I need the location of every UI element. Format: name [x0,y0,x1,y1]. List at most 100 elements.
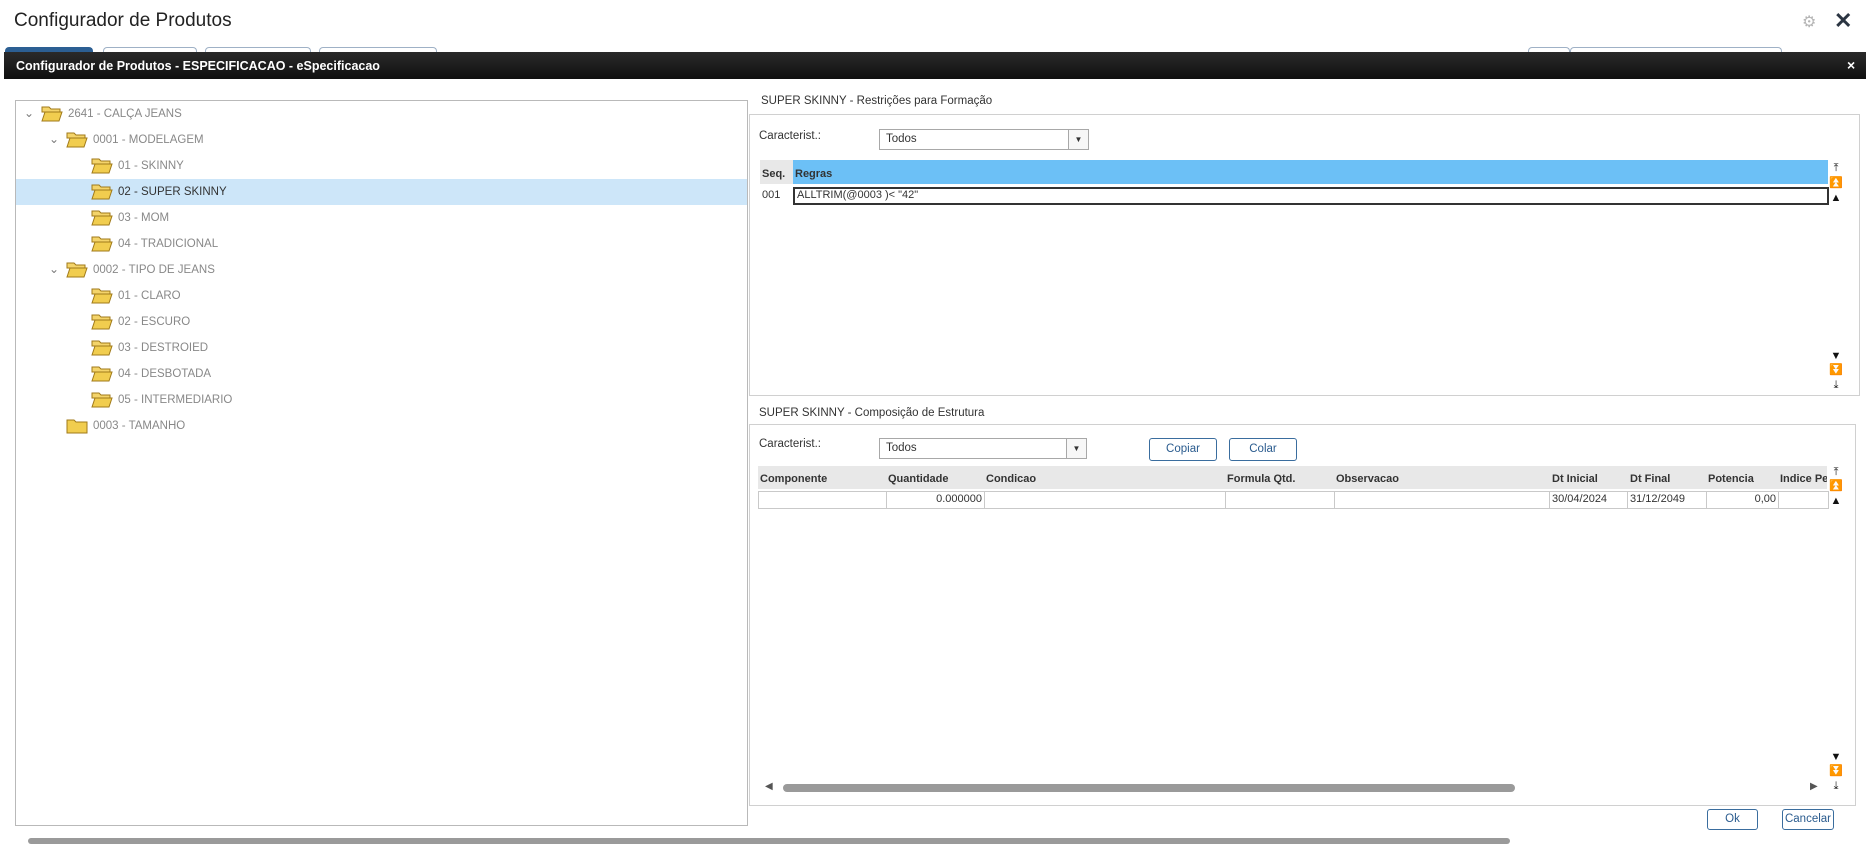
page-up-icon[interactable]: ⏫ [1829,480,1843,492]
dialog-title: Configurador de Produtos - ESPECIFICACAO… [16,59,380,73]
scroll-top-icon[interactable]: ⤒ [1829,162,1843,174]
scroll-top-icon[interactable]: ⤒ [1829,466,1843,478]
scroll-up-icon[interactable]: ▲ [1829,495,1843,507]
background-scrollbar [28,838,1510,844]
tree-item[interactable]: 03 - DESTROIED [16,335,747,361]
column-header-indice[interactable]: Indice Pe [1780,473,1827,485]
cell-potencia-box[interactable]: 0,00 [1706,491,1779,509]
scroll-down-icon[interactable]: ▼ [1829,350,1843,362]
restrictions-panel [749,114,1860,396]
restrictions-filter-select[interactable]: Todos ▼ [879,129,1089,150]
tree-item-label: 04 - TRADICIONAL [118,238,219,250]
folder-icon [66,131,88,148]
chevron-down-icon[interactable]: ▼ [1068,130,1088,149]
cell-quantidade: 0.000000 [936,493,982,505]
tree-item[interactable]: ⌄ 2641 - CALÇA JEANS [16,101,747,127]
column-header-componente[interactable]: Componente [760,473,827,485]
horizontal-scrollbar-thumb[interactable] [783,784,1515,792]
cell-condicao[interactable] [984,491,1226,509]
page-down-icon[interactable]: ⏬ [1829,765,1843,777]
column-header-dt-inicial[interactable]: Dt Inicial [1552,473,1598,485]
folder-icon [91,391,113,408]
folder-icon [41,105,63,122]
page-down-icon[interactable]: ⏬ [1829,364,1843,376]
tree-item-label: 05 - INTERMEDIARIO [118,394,233,406]
tree-item[interactable]: 04 - TRADICIONAL [16,231,747,257]
expand-toggle-icon[interactable]: ⌄ [24,106,34,120]
scroll-bottom-icon[interactable]: ⤓ [1829,780,1843,792]
cell-componente[interactable] [758,491,887,509]
tree-item-label: 0002 - TIPO DE JEANS [93,264,215,276]
folder-icon [91,365,113,382]
page-up-icon[interactable]: ⏫ [1829,177,1843,189]
ok-button[interactable]: Ok [1707,809,1758,830]
folder-icon [91,157,113,174]
tree-item-label: 01 - CLARO [118,290,181,302]
structure-filter-value: Todos [886,442,917,454]
restrictions-title: SUPER SKINNY - Restrições para Formação [761,95,993,107]
tree-item[interactable]: 04 - DESBOTADA [16,361,747,387]
tree-item-label: 04 - DESBOTADA [118,368,212,380]
tree-item[interactable]: 03 - MOM [16,205,747,231]
scroll-left-icon[interactable]: ◀ [765,781,773,792]
expand-toggle-icon[interactable]: ⌄ [49,262,59,276]
tree-item[interactable]: 02 - ESCURO [16,309,747,335]
tree-item-label: 0003 - TAMANHO [93,420,186,432]
structure-filter-label: Caracterist.: [759,438,821,450]
cell-dt-final: 31/12/2049 [1630,493,1686,505]
cell-formula[interactable] [1225,491,1335,509]
tree-item[interactable]: ⌄ 0002 - TIPO DE JEANS [16,257,747,283]
tree-item[interactable]: 05 - INTERMEDIARIO [16,387,747,413]
column-header-formula[interactable]: Formula Qtd. [1227,473,1295,485]
rules-header-selected [793,160,1828,184]
scroll-bottom-icon[interactable]: ⤓ [1829,379,1843,391]
cell-quantidade-box[interactable]: 0.000000 [886,491,985,509]
column-header-rules[interactable]: Regras [795,168,832,180]
column-header-condicao[interactable]: Condicao [986,473,1036,485]
close-icon[interactable]: ✕ [1834,8,1852,34]
cell-indice[interactable] [1778,491,1829,509]
cell-dt-final-box[interactable]: 31/12/2049 [1627,491,1707,509]
column-header-quantidade[interactable]: Quantidade [888,473,949,485]
tree-item-label: 02 - SUPER SKINNY [118,186,227,198]
chevron-down-icon[interactable]: ▼ [1066,439,1086,458]
cell-potencia: 0,00 [1754,493,1776,505]
paste-button[interactable]: Colar [1229,438,1297,461]
folder-icon [66,417,88,434]
tree-item[interactable]: 02 - SUPER SKINNY [16,179,747,205]
column-header-observacao[interactable]: Observacao [1336,473,1399,485]
column-header-seq[interactable]: Seq. [762,168,785,180]
tree-item[interactable]: 01 - CLARO [16,283,747,309]
window-title: Configurador de Produtos [14,10,232,31]
column-header-dt-final[interactable]: Dt Final [1630,473,1670,485]
tree-item-label: 02 - ESCURO [118,316,191,328]
tree-item[interactable]: 0003 - TAMANHO [16,413,747,439]
characteristics-tree[interactable]: ⌄ 2641 - CALÇA JEANS ⌄ 0001 - MODELAGEM 01 -… [15,100,748,826]
tree-item-label: 03 - MOM [118,212,170,224]
column-header-potencia[interactable]: Potencia [1708,473,1754,485]
scroll-right-icon[interactable]: ▶ [1810,781,1818,792]
tree-item[interactable]: ⌄ 0001 - MODELAGEM [16,127,747,153]
structure-filter-select[interactable]: Todos ▼ [879,438,1087,459]
cell-observacao[interactable] [1334,491,1550,509]
folder-icon [91,209,113,226]
restrictions-filter-label: Caracterist.: [759,130,821,142]
gear-icon[interactable]: ⚙ [1802,12,1816,32]
scroll-up-icon[interactable]: ▲ [1829,192,1843,204]
scroll-down-icon[interactable]: ▼ [1829,751,1843,763]
cancel-button[interactable]: Cancelar [1782,809,1834,830]
tree-item[interactable]: 01 - SKINNY [16,153,747,179]
folder-icon [91,287,113,304]
tree-item-label: 03 - DESTROIED [118,342,209,354]
expand-toggle-icon[interactable]: ⌄ [49,132,59,146]
structure-title: SUPER SKINNY - Composição de Estrutura [759,407,985,419]
folder-icon [91,235,113,252]
rule-edit-cell[interactable] [793,187,1829,205]
cell-dt-inicial: 30/04/2024 [1552,493,1608,505]
cell-dt-inicial-box[interactable]: 30/04/2024 [1549,491,1628,509]
rule-text[interactable]: ALLTRIM(@0003 )< "42" [797,189,918,201]
tree-item-label: 01 - SKINNY [118,160,184,172]
rule-seq-cell[interactable]: 001 [762,189,780,201]
copy-button[interactable]: Copiar [1149,438,1217,461]
dialog-close-icon[interactable]: × [1847,57,1855,73]
